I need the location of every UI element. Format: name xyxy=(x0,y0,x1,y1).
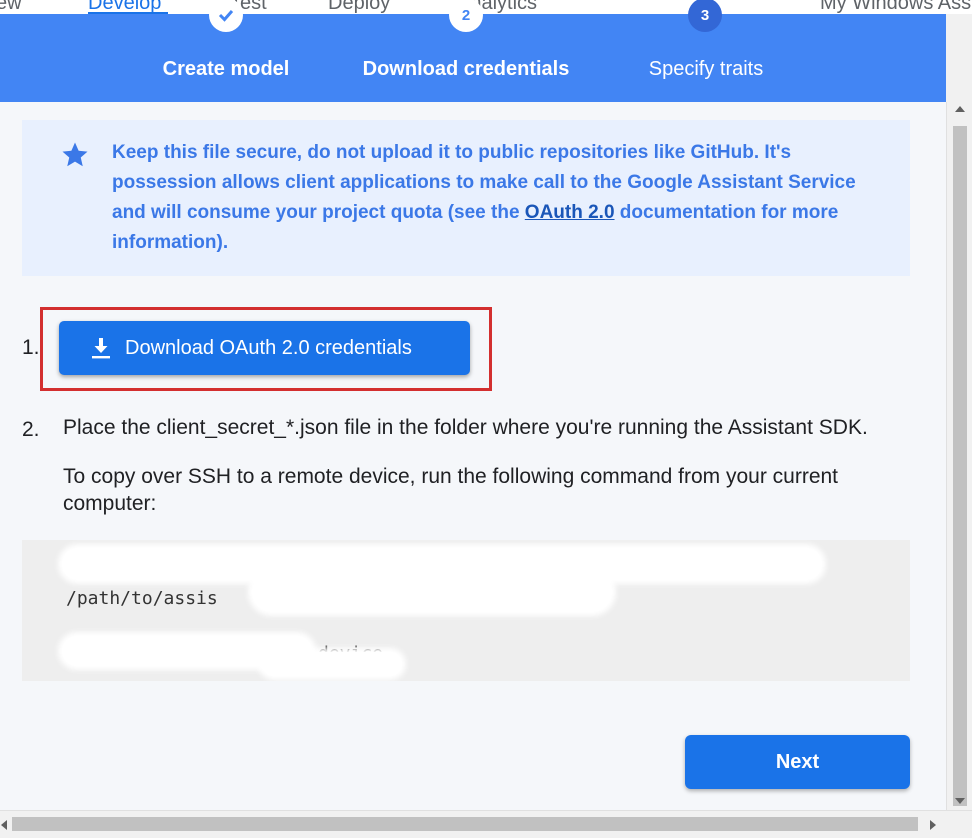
step-label-create-model[interactable]: Create model xyxy=(163,58,290,81)
step-1-check-icon xyxy=(209,0,243,32)
stepper-header: Create model 2 Download credentials 3 Sp… xyxy=(0,0,946,102)
download-icon xyxy=(92,338,110,359)
code-line-1: /path/to/assis xyxy=(66,588,218,609)
scroll-right-arrow-icon[interactable] xyxy=(930,820,936,830)
ssh-copy-note: To copy over SSH to a remote device, run… xyxy=(63,465,839,515)
horizontal-scroll-thumb[interactable] xyxy=(12,817,918,831)
step-2-instruction: Place the client_secret_*.json file in t… xyxy=(63,416,868,439)
step-1-number: 1. xyxy=(22,336,40,359)
step-label-specify-traits[interactable]: Specify traits xyxy=(649,58,763,81)
next-button[interactable]: Next xyxy=(685,735,910,789)
redaction-mark xyxy=(262,652,402,676)
nav-item-deploy[interactable]: Deploy xyxy=(328,0,390,14)
scroll-left-arrow-icon[interactable] xyxy=(1,820,7,830)
step-label-download-credentials[interactable]: Download credentials xyxy=(363,58,570,81)
step-3-circle: 3 xyxy=(688,0,722,32)
step-2-number: 2. xyxy=(22,418,40,441)
step-2-circle: 2 xyxy=(449,0,483,32)
download-oauth-credentials-button[interactable]: Download OAuth 2.0 credentials xyxy=(59,321,470,375)
info-banner: Keep this file secure, do not upload it … xyxy=(22,120,910,276)
vertical-scrollbar[interactable] xyxy=(946,102,972,810)
oauth-doc-link[interactable]: OAuth 2.0 xyxy=(525,202,615,223)
star-icon xyxy=(62,142,88,167)
info-banner-text: Keep this file secure, do not upload it … xyxy=(112,138,882,258)
page-root: ew Develop Test Deploy Analytics My Wind… xyxy=(0,0,972,838)
ssh-command-code-block[interactable]: /path/to/assis device xyxy=(22,540,910,681)
scroll-up-arrow-icon[interactable] xyxy=(955,106,965,112)
top-nav: ew Develop Test Deploy Analytics My Wind… xyxy=(0,0,972,14)
vertical-scroll-thumb[interactable] xyxy=(953,126,967,806)
nav-item-project-name[interactable]: My Windows Ass xyxy=(820,0,971,14)
scroll-down-arrow-icon[interactable] xyxy=(955,798,965,804)
scrollbar-top-area xyxy=(946,14,972,102)
nav-item-overview[interactable]: ew xyxy=(0,0,22,14)
redaction-mark xyxy=(252,572,612,612)
download-button-label: Download OAuth 2.0 credentials xyxy=(125,336,412,359)
horizontal-scrollbar[interactable] xyxy=(0,810,972,838)
